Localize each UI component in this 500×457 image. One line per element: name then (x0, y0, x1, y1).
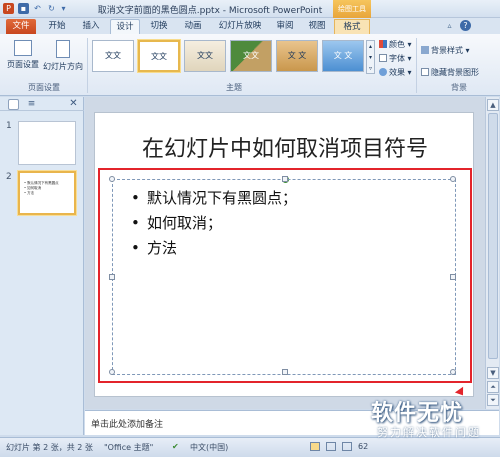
ribbon-tabs: 文件 开始 插入 设计 切换 动画 幻灯片放映 审阅 视图 格式 ▵ ? (0, 18, 500, 34)
slides-panel: ≡ ✕ 1 2 • 默认情况下有黑圆点 • 如何取消 • 方法 (0, 97, 84, 435)
slide-orientation-icon (56, 40, 70, 58)
group-separator (416, 38, 417, 93)
slide-orientation-button[interactable]: 幻灯片方向 (42, 38, 84, 78)
effects-button[interactable]: 效果 ▾ (379, 67, 412, 78)
tab-design[interactable]: 设计 (110, 19, 140, 34)
theme-warm[interactable]: 文 文 (276, 40, 318, 72)
reading-view-icon[interactable] (342, 442, 352, 451)
tab-slideshow[interactable]: 幻灯片放映 (212, 19, 268, 34)
group-label-themes: 主题 (226, 83, 242, 92)
tab-view[interactable]: 视图 (302, 19, 332, 34)
fonts-button[interactable]: 字体 ▾ (379, 53, 412, 64)
theme-blue[interactable]: 文 文 (322, 40, 364, 72)
customize-qat-icon[interactable]: ▾ (58, 3, 69, 14)
watermark-title: 软件无忧 (371, 401, 464, 426)
undo-icon[interactable]: ↶ (32, 3, 43, 14)
scroll-down-icon[interactable]: ▼ (487, 367, 499, 379)
theme-office[interactable]: 文文 (92, 40, 134, 72)
slide-counter: 幻灯片 第 2 张，共 2 张 (6, 443, 93, 452)
theme-oriel[interactable]: 文文 (184, 40, 226, 72)
vertical-scrollbar[interactable]: ▲ ▼ ⏶ ⏷ (485, 97, 499, 409)
slides-panel-tabs: ≡ ✕ (0, 97, 84, 111)
highlight-box (98, 168, 472, 383)
group-label-page-setup: 页面设置 (28, 83, 60, 92)
background-styles-icon (421, 46, 429, 54)
window-title: 取消文字前面的黑色圆点.pptx - Microsoft PowerPoint (97, 6, 323, 16)
save-icon[interactable]: ▪ (18, 3, 29, 14)
help-icon[interactable]: ? (460, 20, 471, 31)
tab-format[interactable]: 格式 (334, 19, 370, 34)
slide-canvas[interactable]: 在幻灯片中如何取消项目符号 默认情况下有黑圆点； 如何取消； 方法 (94, 112, 475, 399)
group-separator (87, 38, 88, 93)
tab-file[interactable]: 文件 (6, 19, 36, 34)
checkbox-icon (421, 68, 429, 76)
slide-title[interactable]: 在幻灯片中如何取消项目符号 (95, 131, 475, 163)
colors-icon (379, 40, 387, 48)
fonts-icon (379, 54, 387, 62)
tab-review[interactable]: 审阅 (270, 19, 300, 34)
slide-editing-area: 在幻灯片中如何取消项目符号 默认情况下有黑圆点； 如何取消； 方法 (85, 97, 485, 409)
minimize-ribbon-icon[interactable]: ▵ (444, 20, 455, 31)
hide-background-checkbox[interactable]: 隐藏背景图形 (421, 67, 479, 78)
watermark-subtitle: 努力解决软件问题 (377, 426, 481, 439)
spellcheck-icon[interactable]: ✔ (172, 442, 179, 451)
outline-tab-icon[interactable]: ≡ (26, 99, 37, 110)
normal-view-icon[interactable] (310, 442, 320, 451)
scroll-thumb[interactable] (488, 113, 498, 359)
title-bar: P ▪ ↶ ↻ ▾ 取消文字前面的黑色圆点.pptx - Microsoft P… (0, 0, 500, 18)
close-panel-icon[interactable]: ✕ (68, 98, 79, 109)
tab-home[interactable]: 开始 (42, 19, 72, 34)
previous-slide-icon[interactable]: ⏶ (487, 381, 499, 393)
powerpoint-logo-icon: P (3, 3, 14, 14)
tab-animations[interactable]: 动画 (178, 19, 208, 34)
redo-icon[interactable]: ↻ (46, 3, 57, 14)
themes-scroll[interactable]: ▴ ▾ ▿ (366, 40, 375, 74)
colors-button[interactable]: 颜色 ▾ (379, 39, 412, 50)
slide-thumbnail-2[interactable]: • 默认情况下有黑圆点 • 如何取消 • 方法 (18, 171, 76, 215)
effects-icon (379, 68, 387, 76)
slide-thumbnail-1[interactable] (18, 121, 76, 165)
theme-current[interactable]: 文文 (138, 40, 180, 72)
context-tools-label: 绘图工具 (333, 0, 371, 18)
slide-number: 1 (6, 121, 12, 131)
slide-number: 2 (6, 172, 12, 182)
page-setup-icon (14, 40, 32, 56)
theme-name: "Office 主题" (104, 443, 154, 452)
theme-green[interactable]: 文文 (230, 40, 272, 72)
slide-sorter-icon[interactable] (326, 442, 336, 451)
scroll-up-icon[interactable]: ▲ (487, 99, 499, 111)
notes-placeholder[interactable]: 单击此处添加备注 (91, 417, 163, 430)
language-indicator[interactable]: 中文(中国) (190, 442, 228, 453)
tab-insert[interactable]: 插入 (76, 19, 106, 34)
page-setup-button[interactable]: 页面设置 (4, 38, 42, 78)
background-styles-button[interactable]: 背景样式 ▾ (421, 45, 470, 56)
group-label-background: 背景 (451, 83, 467, 92)
watermark: 软件无忧 努力解决软件问题 (371, 395, 497, 443)
slides-tab-icon[interactable] (8, 99, 19, 110)
zoom-level[interactable]: 62 (358, 442, 368, 451)
tab-transitions[interactable]: 切换 (144, 19, 174, 34)
ribbon-design: 页面设置 幻灯片方向 页面设置 文文 文文 文文 文文 文 文 文 文 ▴ ▾ ▿ … (0, 34, 500, 96)
thumbnail-text: • 默认情况下有黑圆点 • 如何取消 • 方法 (24, 181, 59, 195)
